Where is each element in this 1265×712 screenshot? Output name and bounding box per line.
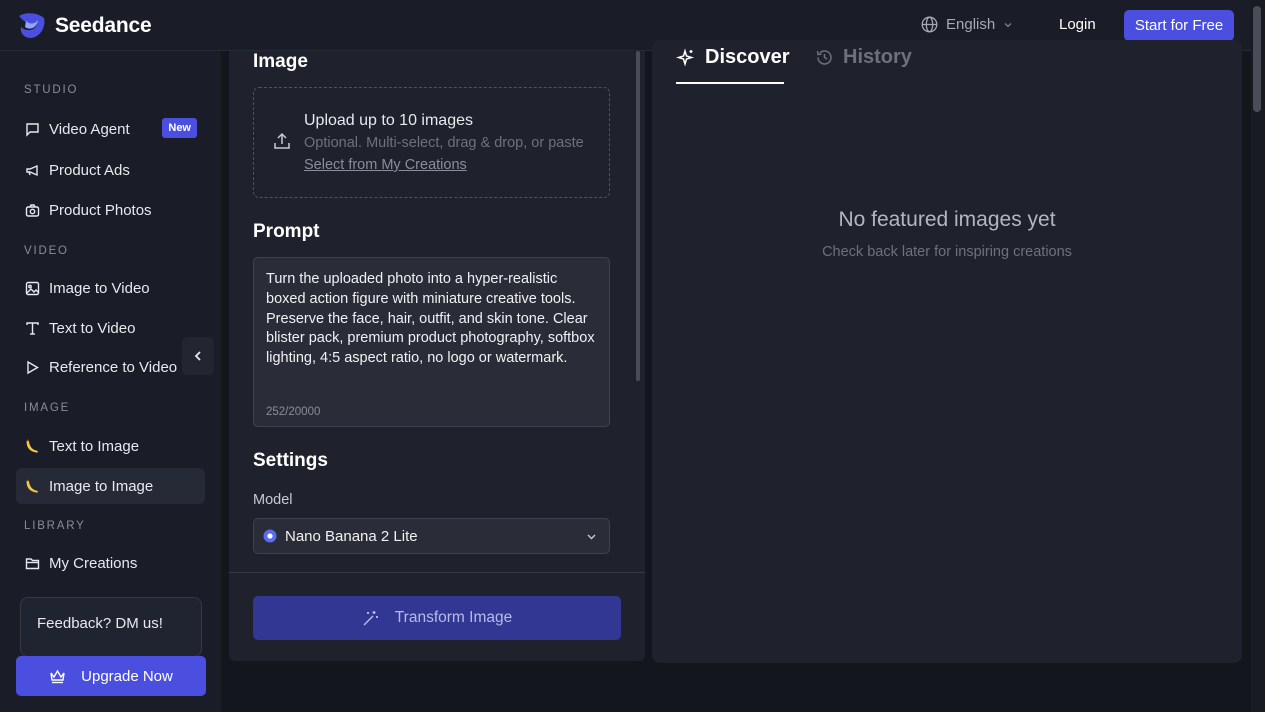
sidebar-item-label: Video Agent xyxy=(49,120,130,138)
transform-image-button[interactable]: Transform Image xyxy=(253,596,621,640)
section-label-video: VIDEO xyxy=(24,245,69,257)
transform-label: Transform Image xyxy=(394,609,513,626)
sparkle-icon xyxy=(676,47,695,67)
sidebar-item-label: Image to Image xyxy=(49,477,154,495)
empty-state-subtitle: Check back later for inspiring creations xyxy=(822,244,1072,260)
image-upload-dropzone[interactable]: Upload up to 10 images Optional. Multi-s… xyxy=(253,87,610,198)
section-label-library: LIBRARY xyxy=(24,520,86,532)
settings-heading: Settings xyxy=(253,450,328,471)
model-label: Model xyxy=(253,492,293,508)
upload-icon xyxy=(274,132,290,149)
sidebar-item-reference-to-video[interactable]: Reference to Video xyxy=(16,349,181,385)
sidebar-item-label: Product Ads xyxy=(49,161,130,179)
sidebar-item-label: My Creations xyxy=(49,554,138,572)
new-badge: New xyxy=(162,118,197,138)
chat-icon xyxy=(24,121,40,137)
page-scrollbar-thumb[interactable] xyxy=(1253,6,1261,112)
banana-icon xyxy=(24,438,40,454)
globe-icon xyxy=(921,16,938,33)
select-from-my-creations-link[interactable]: Select from My Creations xyxy=(304,157,467,173)
tab-label: Discover xyxy=(705,46,790,68)
character-count: 252/20000 xyxy=(266,406,321,418)
language-label: English xyxy=(946,16,996,33)
sidebar-item-label: Text to Image xyxy=(49,437,140,455)
empty-state-title: No featured images yet xyxy=(838,208,1056,231)
tab-label: History xyxy=(843,46,912,68)
feedback-text: Feedback? DM us! xyxy=(37,615,163,632)
history-icon xyxy=(816,50,832,65)
sidebar-item-image-to-video[interactable]: Image to Video xyxy=(16,270,205,306)
upgrade-label: Upgrade Now xyxy=(81,667,173,685)
prompt-textarea[interactable]: Turn the uploaded photo into a hyper-rea… xyxy=(253,257,610,427)
banana-icon xyxy=(24,478,40,494)
chevron-down-icon xyxy=(587,534,596,540)
gallery-panel: Discover History No featured images yet … xyxy=(652,40,1242,663)
section-label-image: IMAGE xyxy=(24,402,71,414)
upgrade-now-button[interactable]: Upgrade Now xyxy=(16,656,206,696)
upload-hint: Optional. Multi-select, drag & drop, or … xyxy=(304,135,584,151)
megaphone-icon xyxy=(24,162,40,178)
login-link[interactable]: Login xyxy=(1059,16,1096,33)
sidebar-item-text-to-image[interactable]: Text to Image xyxy=(16,428,205,464)
folder-icon xyxy=(24,555,40,571)
seedance-logo-icon xyxy=(19,13,45,38)
form-scrollbar[interactable] xyxy=(636,51,640,381)
logo[interactable]: Seedance xyxy=(17,12,152,39)
sidebar-item-label: Product Photos xyxy=(49,201,152,219)
image-heading: Image xyxy=(253,51,308,72)
play-icon xyxy=(24,359,40,375)
feedback-card[interactable]: Feedback? DM us! xyxy=(20,597,202,657)
prompt-heading: Prompt xyxy=(253,221,320,242)
chevron-left-icon xyxy=(194,351,201,361)
page-scrollbar[interactable] xyxy=(1251,0,1265,712)
sidebar-item-my-creations[interactable]: My Creations xyxy=(16,545,205,581)
sidebar-item-label: Text to Video xyxy=(49,319,136,337)
model-value: Nano Banana 2 Lite xyxy=(285,527,418,545)
brand-name: Seedance xyxy=(55,13,152,37)
magic-wand-icon xyxy=(363,610,378,625)
model-radio-icon xyxy=(263,529,277,543)
sidebar-item-label: Image to Video xyxy=(49,279,150,297)
section-label-studio: STUDIO xyxy=(24,84,79,96)
sidebar-item-image-to-image[interactable]: Image to Image xyxy=(16,468,205,504)
tab-history[interactable]: History xyxy=(815,46,912,69)
image-icon xyxy=(24,280,40,296)
active-tab-indicator xyxy=(676,82,784,84)
language-selector[interactable]: English xyxy=(921,16,1013,33)
form-divider xyxy=(229,572,645,573)
crown-icon xyxy=(50,669,65,683)
camera-icon xyxy=(24,202,40,218)
start-for-free-button[interactable]: Start for Free xyxy=(1124,10,1234,41)
upload-title: Upload up to 10 images xyxy=(304,112,473,129)
collapse-sidebar-button[interactable] xyxy=(182,337,214,375)
sidebar-item-product-photos[interactable]: Product Photos xyxy=(16,192,205,228)
sidebar-item-product-ads[interactable]: Product Ads xyxy=(16,152,205,188)
sidebar-item-text-to-video[interactable]: Text to Video xyxy=(16,310,205,346)
tab-discover[interactable]: Discover xyxy=(676,46,790,69)
text-icon xyxy=(24,320,40,336)
prompt-text: Turn the uploaded photo into a hyper-rea… xyxy=(266,271,595,367)
sidebar-item-video-agent[interactable]: Video Agent New xyxy=(16,111,205,147)
sidebar-item-label: Reference to Video xyxy=(49,358,178,376)
model-select[interactable]: Nano Banana 2 Lite xyxy=(253,518,610,554)
chevron-down-icon xyxy=(1004,22,1012,27)
